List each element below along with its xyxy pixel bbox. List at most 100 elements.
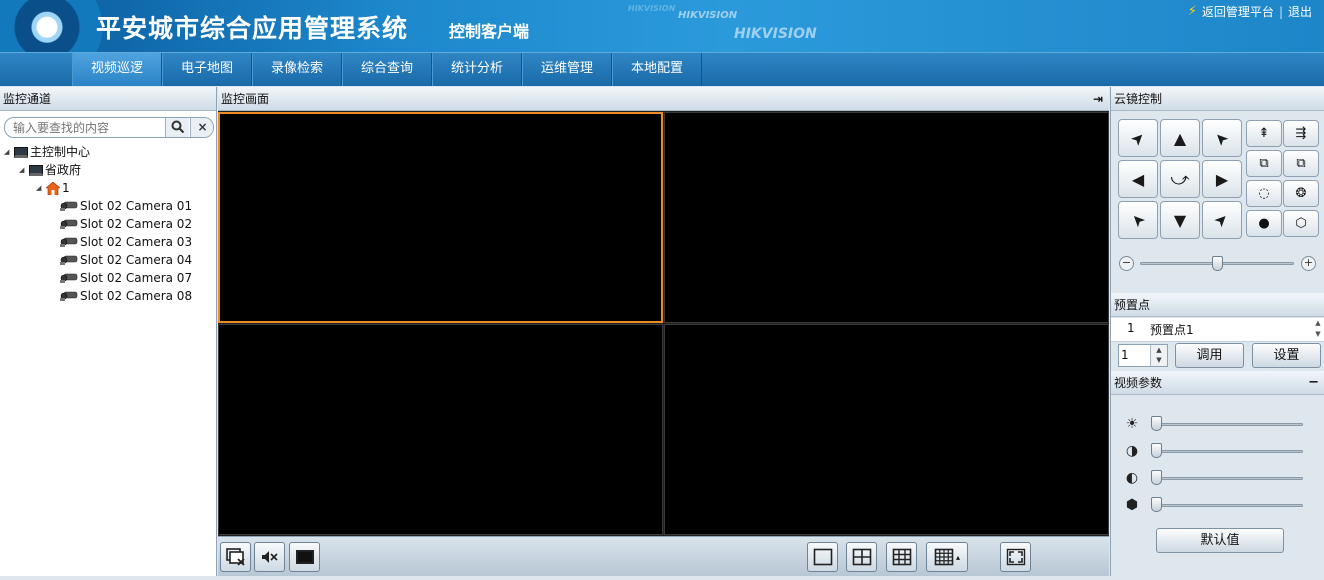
ptz-up-right-button[interactable]: ➤ <box>1202 119 1242 157</box>
iris-close-button[interactable]: ❂ <box>1283 180 1319 207</box>
expand-triangle-icon[interactable]: ◢ <box>36 179 44 197</box>
plus-icon[interactable]: + <box>1301 256 1316 271</box>
screen-button[interactable] <box>289 542 320 572</box>
brightness-slider-thumb[interactable] <box>1151 416 1162 431</box>
collapse-icon[interactable]: − <box>1308 371 1319 395</box>
ptz-up-left-button[interactable]: ➤ <box>1118 119 1158 157</box>
close-windows-icon <box>225 548 245 566</box>
home-icon <box>46 181 60 195</box>
ptz-down-left-button[interactable]: ➤ <box>1118 201 1158 239</box>
speed-slider-thumb[interactable] <box>1211 256 1223 271</box>
preset-scrollbar[interactable]: ▲ ▼ <box>1313 318 1323 342</box>
tab-comprehensive-query[interactable]: 综合查询 <box>342 53 432 86</box>
search-icon <box>171 120 184 134</box>
hue-icon: ⬢ <box>1125 497 1139 513</box>
ptz-right-button[interactable]: ▶ <box>1202 160 1242 198</box>
light-button[interactable]: ● <box>1246 210 1282 237</box>
default-values-button[interactable]: 默认值 <box>1156 528 1284 553</box>
ptz-left-button[interactable]: ◀ <box>1118 160 1158 198</box>
tab-record-search[interactable]: 录像检索 <box>252 53 342 86</box>
slider-track <box>1151 450 1303 453</box>
logout-link[interactable]: 退出 <box>1288 3 1312 20</box>
tab-statistics[interactable]: 统计分析 <box>432 53 522 86</box>
iris-open-icon: ◌ <box>1258 186 1270 201</box>
tree-node-root[interactable]: ◢ 主控制中心 <box>4 143 90 161</box>
fullscreen-button[interactable] <box>1000 542 1031 572</box>
layout-more-button[interactable]: ▴ <box>926 542 968 572</box>
video-window-3[interactable] <box>218 324 663 535</box>
video-window-1[interactable] <box>218 112 663 323</box>
zoom-in-button[interactable]: ⇞ <box>1246 120 1282 147</box>
expand-triangle-icon[interactable]: ◢ <box>19 161 27 179</box>
video-params-title: 视频参数 <box>1114 376 1163 390</box>
layout-1x1-button[interactable] <box>807 542 838 572</box>
tab-operations[interactable]: 运维管理 <box>522 53 612 86</box>
saturation-slider-thumb[interactable] <box>1151 470 1162 485</box>
tab-e-map[interactable]: 电子地图 <box>162 53 252 86</box>
search-input[interactable] <box>5 118 163 137</box>
tree-node-label: 省政府 <box>45 163 82 177</box>
arrow-up-left-icon: ➤ <box>1126 126 1150 150</box>
ptz-down-button[interactable]: ▼ <box>1160 201 1200 239</box>
hue-slider-thumb[interactable] <box>1151 497 1162 512</box>
video-window-4[interactable] <box>664 324 1109 535</box>
preset-number: 1 <box>1127 321 1135 335</box>
link-separator: | <box>1278 4 1283 19</box>
return-platform-link[interactable]: 返回管理平台 <box>1202 3 1274 20</box>
camera-label: Slot 02 Camera 08 <box>80 289 193 303</box>
fullscreen-icon <box>1006 548 1025 566</box>
tree-node-camera[interactable]: Slot 02 Camera 04 <box>60 251 192 269</box>
focus-far-icon: ⧉ <box>1296 156 1306 171</box>
tree-node-camera[interactable]: Slot 02 Camera 01 <box>60 197 192 215</box>
focus-far-button[interactable]: ⧉ <box>1283 150 1319 177</box>
search-box: × <box>4 117 214 138</box>
tree-single-icon: ⇞ <box>1258 126 1270 141</box>
mute-button[interactable] <box>254 542 285 572</box>
tab-video-patrol[interactable]: 视频巡逻 <box>72 53 162 86</box>
tree-node-province[interactable]: ◢ 省政府 <box>19 161 81 179</box>
set-preset-button[interactable]: 设置 <box>1252 343 1321 368</box>
app-title: 平安城市综合应用管理系统 <box>96 14 409 43</box>
ptz-up-button[interactable]: ▲ <box>1160 119 1200 157</box>
call-preset-button[interactable]: 调用 <box>1175 343 1244 368</box>
zoom-out-button[interactable]: ⇶ <box>1283 120 1319 147</box>
monitor-icon <box>29 164 43 176</box>
monitor-panel-title: 监控画面 <box>221 92 270 106</box>
camera-label: Slot 02 Camera 04 <box>80 253 193 267</box>
tree-node-camera[interactable]: Slot 02 Camera 07 <box>60 269 192 287</box>
tree-node-camera[interactable]: Slot 02 Camera 08 <box>60 287 192 305</box>
clear-search-button[interactable]: × <box>190 118 213 137</box>
main-nav: 视频巡逻 电子地图 录像检索 综合查询 统计分析 运维管理 本地配置 <box>0 52 1324 86</box>
app-subtitle: 控制客户端 <box>449 22 530 41</box>
channel-panel-title: 监控通道 <box>0 87 216 111</box>
wiper-button[interactable]: ⬡ <box>1283 210 1319 237</box>
focus-near-button[interactable]: ⧉ <box>1246 150 1282 177</box>
iris-open-button[interactable]: ◌ <box>1246 180 1282 207</box>
brightness-row: ☀ <box>1123 415 1313 435</box>
tab-local-config[interactable]: 本地配置 <box>612 53 702 86</box>
arrow-up-icon: ▲ <box>1173 128 1187 148</box>
close-all-windows-button[interactable] <box>220 542 251 572</box>
auto-rotate-icon: ⤻ <box>1170 168 1190 190</box>
preset-number-stepper[interactable]: 1 ▲ ▼ <box>1118 344 1168 367</box>
ptz-down-right-button[interactable]: ➤ <box>1202 201 1242 239</box>
ptz-speed-slider[interactable]: − + <box>1119 256 1319 272</box>
contrast-slider-thumb[interactable] <box>1151 443 1162 458</box>
ptz-auto-button[interactable]: ⤻ <box>1160 160 1200 198</box>
collapse-right-icon[interactable]: ⇥ <box>1093 87 1103 111</box>
lightning-icon: ⚡ <box>1187 4 1197 19</box>
layout-3x3-button[interactable] <box>886 542 917 572</box>
tree-node-camera[interactable]: Slot 02 Camera 02 <box>60 215 192 233</box>
stepper-arrows[interactable]: ▲ ▼ <box>1150 345 1167 366</box>
preset-list: 1 预置点1 ▲ ▼ <box>1111 318 1324 342</box>
preset-input-value: 1 <box>1121 348 1129 362</box>
tree-node-site[interactable]: ◢ 1 <box>36 179 70 197</box>
expand-triangle-icon[interactable]: ◢ <box>4 143 12 161</box>
minus-icon[interactable]: − <box>1119 256 1134 271</box>
tree-node-label: 1 <box>62 181 70 195</box>
layout-2x2-button[interactable] <box>846 542 877 572</box>
search-button[interactable] <box>165 118 189 137</box>
camera-icon <box>60 291 78 301</box>
tree-node-camera[interactable]: Slot 02 Camera 03 <box>60 233 192 251</box>
video-window-2[interactable] <box>664 112 1109 323</box>
